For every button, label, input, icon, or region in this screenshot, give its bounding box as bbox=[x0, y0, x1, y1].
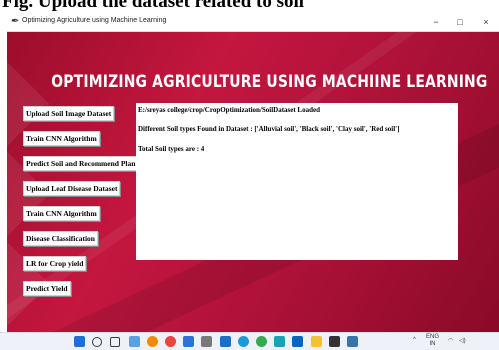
edge-icon[interactable] bbox=[237, 336, 249, 347]
train-cnn-soil-button[interactable]: Train CNN Algorithm bbox=[23, 131, 100, 146]
maximize-button[interactable]: □ bbox=[449, 15, 471, 30]
upload-leaf-disease-dataset-button[interactable]: Upload Leaf Disease Dataset bbox=[23, 181, 121, 196]
predict-yield-button[interactable]: Predict Yield bbox=[23, 281, 71, 296]
figure-caption-text: Fig. Upload the dataset related to soil bbox=[2, 0, 305, 12]
photos-icon[interactable] bbox=[274, 336, 286, 347]
store-icon[interactable] bbox=[292, 336, 304, 347]
page-title: OPTIMIZING AGRICULTURE USING MACHIINE LE… bbox=[51, 72, 488, 92]
lr-crop-yield-button[interactable]: LR for Crop yield bbox=[23, 256, 87, 271]
app-icon[interactable] bbox=[183, 336, 195, 347]
chrome-icon[interactable] bbox=[165, 336, 176, 347]
minimize-button[interactable]: − bbox=[425, 15, 447, 30]
figure-caption: Fig. Upload the dataset related to soil bbox=[0, 0, 499, 14]
train-cnn-disease-button[interactable]: Train CNN Algorithm bbox=[23, 206, 100, 221]
task-view-icon[interactable] bbox=[110, 337, 121, 347]
chrome-icon[interactable] bbox=[256, 336, 267, 347]
wifi-icon[interactable]: ◠ bbox=[448, 337, 453, 344]
python-icon[interactable] bbox=[347, 336, 358, 347]
mail-icon[interactable] bbox=[219, 336, 231, 347]
output-line: Different Soil types Found in Dataset : … bbox=[138, 125, 400, 133]
vlc-icon[interactable] bbox=[146, 336, 158, 347]
search-icon[interactable] bbox=[92, 337, 103, 347]
app-window: ✒ Optimizing Agriculture using Machine L… bbox=[7, 14, 499, 332]
predict-soil-button[interactable]: Predict Soil and Recommend Plant bbox=[23, 156, 141, 171]
language-indicator[interactable]: ENG IN bbox=[426, 334, 439, 348]
terminal-icon[interactable] bbox=[328, 336, 340, 347]
window-titlebar: ✒ Optimizing Agriculture using Machine L… bbox=[7, 14, 499, 32]
window-title: Optimizing Agriculture using Machine Lea… bbox=[22, 17, 167, 24]
language-region: IN bbox=[429, 341, 436, 347]
upload-soil-dataset-button[interactable]: Upload Soil Image Dataset bbox=[23, 106, 115, 121]
close-button[interactable]: × bbox=[475, 15, 497, 30]
tray-overflow-icon[interactable]: ^ bbox=[413, 337, 416, 343]
volume-icon[interactable]: ◁) bbox=[459, 337, 466, 344]
output-text-area[interactable]: E:/sreyas college/crop/CropOptimization/… bbox=[136, 103, 458, 260]
file-explorer-icon[interactable] bbox=[310, 336, 322, 347]
output-line: Total Soil types are : 4 bbox=[138, 145, 205, 153]
output-line: E:/sreyas college/crop/CropOptimization/… bbox=[138, 106, 320, 114]
feather-icon: ✒ bbox=[11, 16, 20, 27]
windows-start-icon[interactable] bbox=[74, 336, 85, 347]
widgets-icon[interactable] bbox=[128, 336, 140, 347]
settings-icon[interactable] bbox=[201, 336, 213, 347]
language-code: ENG bbox=[426, 334, 440, 340]
taskbar: ^ ENG IN ◠ ◁) bbox=[0, 332, 499, 350]
disease-classification-button[interactable]: Disease Classification bbox=[23, 231, 98, 246]
